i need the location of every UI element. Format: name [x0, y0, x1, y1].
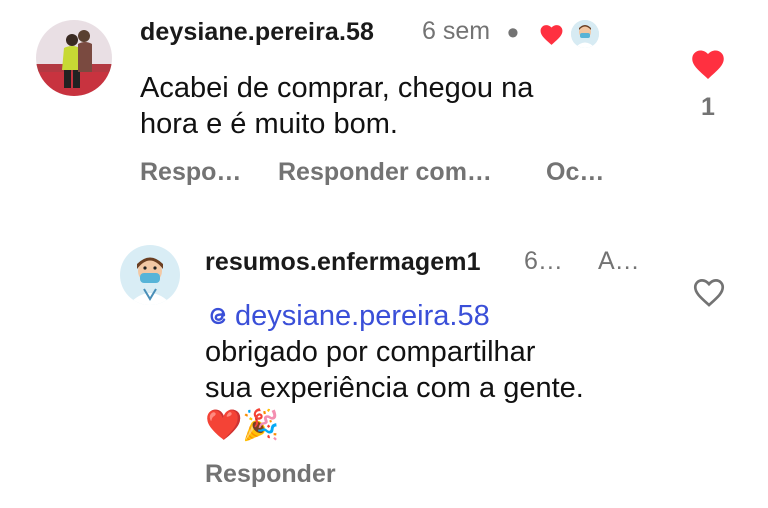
comment-text-line: hora e é muito bom.	[140, 108, 398, 140]
separator-dot: •	[507, 14, 519, 52]
comment-username[interactable]: deysiane.pereira.58	[140, 18, 374, 47]
mention-link[interactable]: deysiane.pereira.58	[205, 298, 584, 334]
comment-text-line: Acabei de comprar, chegou na	[140, 72, 534, 104]
doctor-avatar-icon	[571, 20, 599, 48]
threads-icon	[210, 307, 226, 325]
heart-filled-icon	[692, 50, 724, 79]
reply-text-line: sua experiência com a gente.	[205, 372, 584, 404]
reply-emojis: ❤️🎉	[205, 409, 280, 442]
reply-reply-button[interactable]: Responder	[205, 460, 336, 489]
commenter-avatar[interactable]	[36, 20, 112, 96]
reply-like-button[interactable]	[692, 276, 726, 308]
reply-with-button[interactable]: Responder com…	[278, 158, 492, 187]
like-count: 1	[701, 93, 715, 121]
reply-text: deysiane.pereira.58 obrigado por compart…	[205, 298, 584, 446]
heart-outline-icon	[693, 279, 725, 307]
person-photo-icon	[36, 20, 112, 96]
comment-like-button[interactable]	[690, 47, 726, 81]
doctor-avatar-icon	[120, 245, 180, 305]
author-mini-avatar	[571, 20, 599, 48]
reply-extra-label: A…	[598, 247, 640, 275]
hide-button[interactable]: Oc…	[546, 158, 604, 187]
reply-button[interactable]: Respo…	[140, 158, 241, 187]
comment-text: Acabei de comprar, chegou na hora e é mu…	[140, 70, 533, 142]
reply-text-line: obrigado por compartilhar	[205, 336, 536, 368]
comment-time: 6 sem	[422, 17, 491, 45]
replier-avatar[interactable]	[120, 245, 180, 305]
reply-time: 6…	[524, 247, 563, 275]
author-liked-heart-icon	[539, 23, 564, 46]
reply-username[interactable]: resumos.enfermagem1	[205, 248, 481, 277]
mention-username[interactable]: deysiane.pereira.58	[235, 298, 490, 334]
